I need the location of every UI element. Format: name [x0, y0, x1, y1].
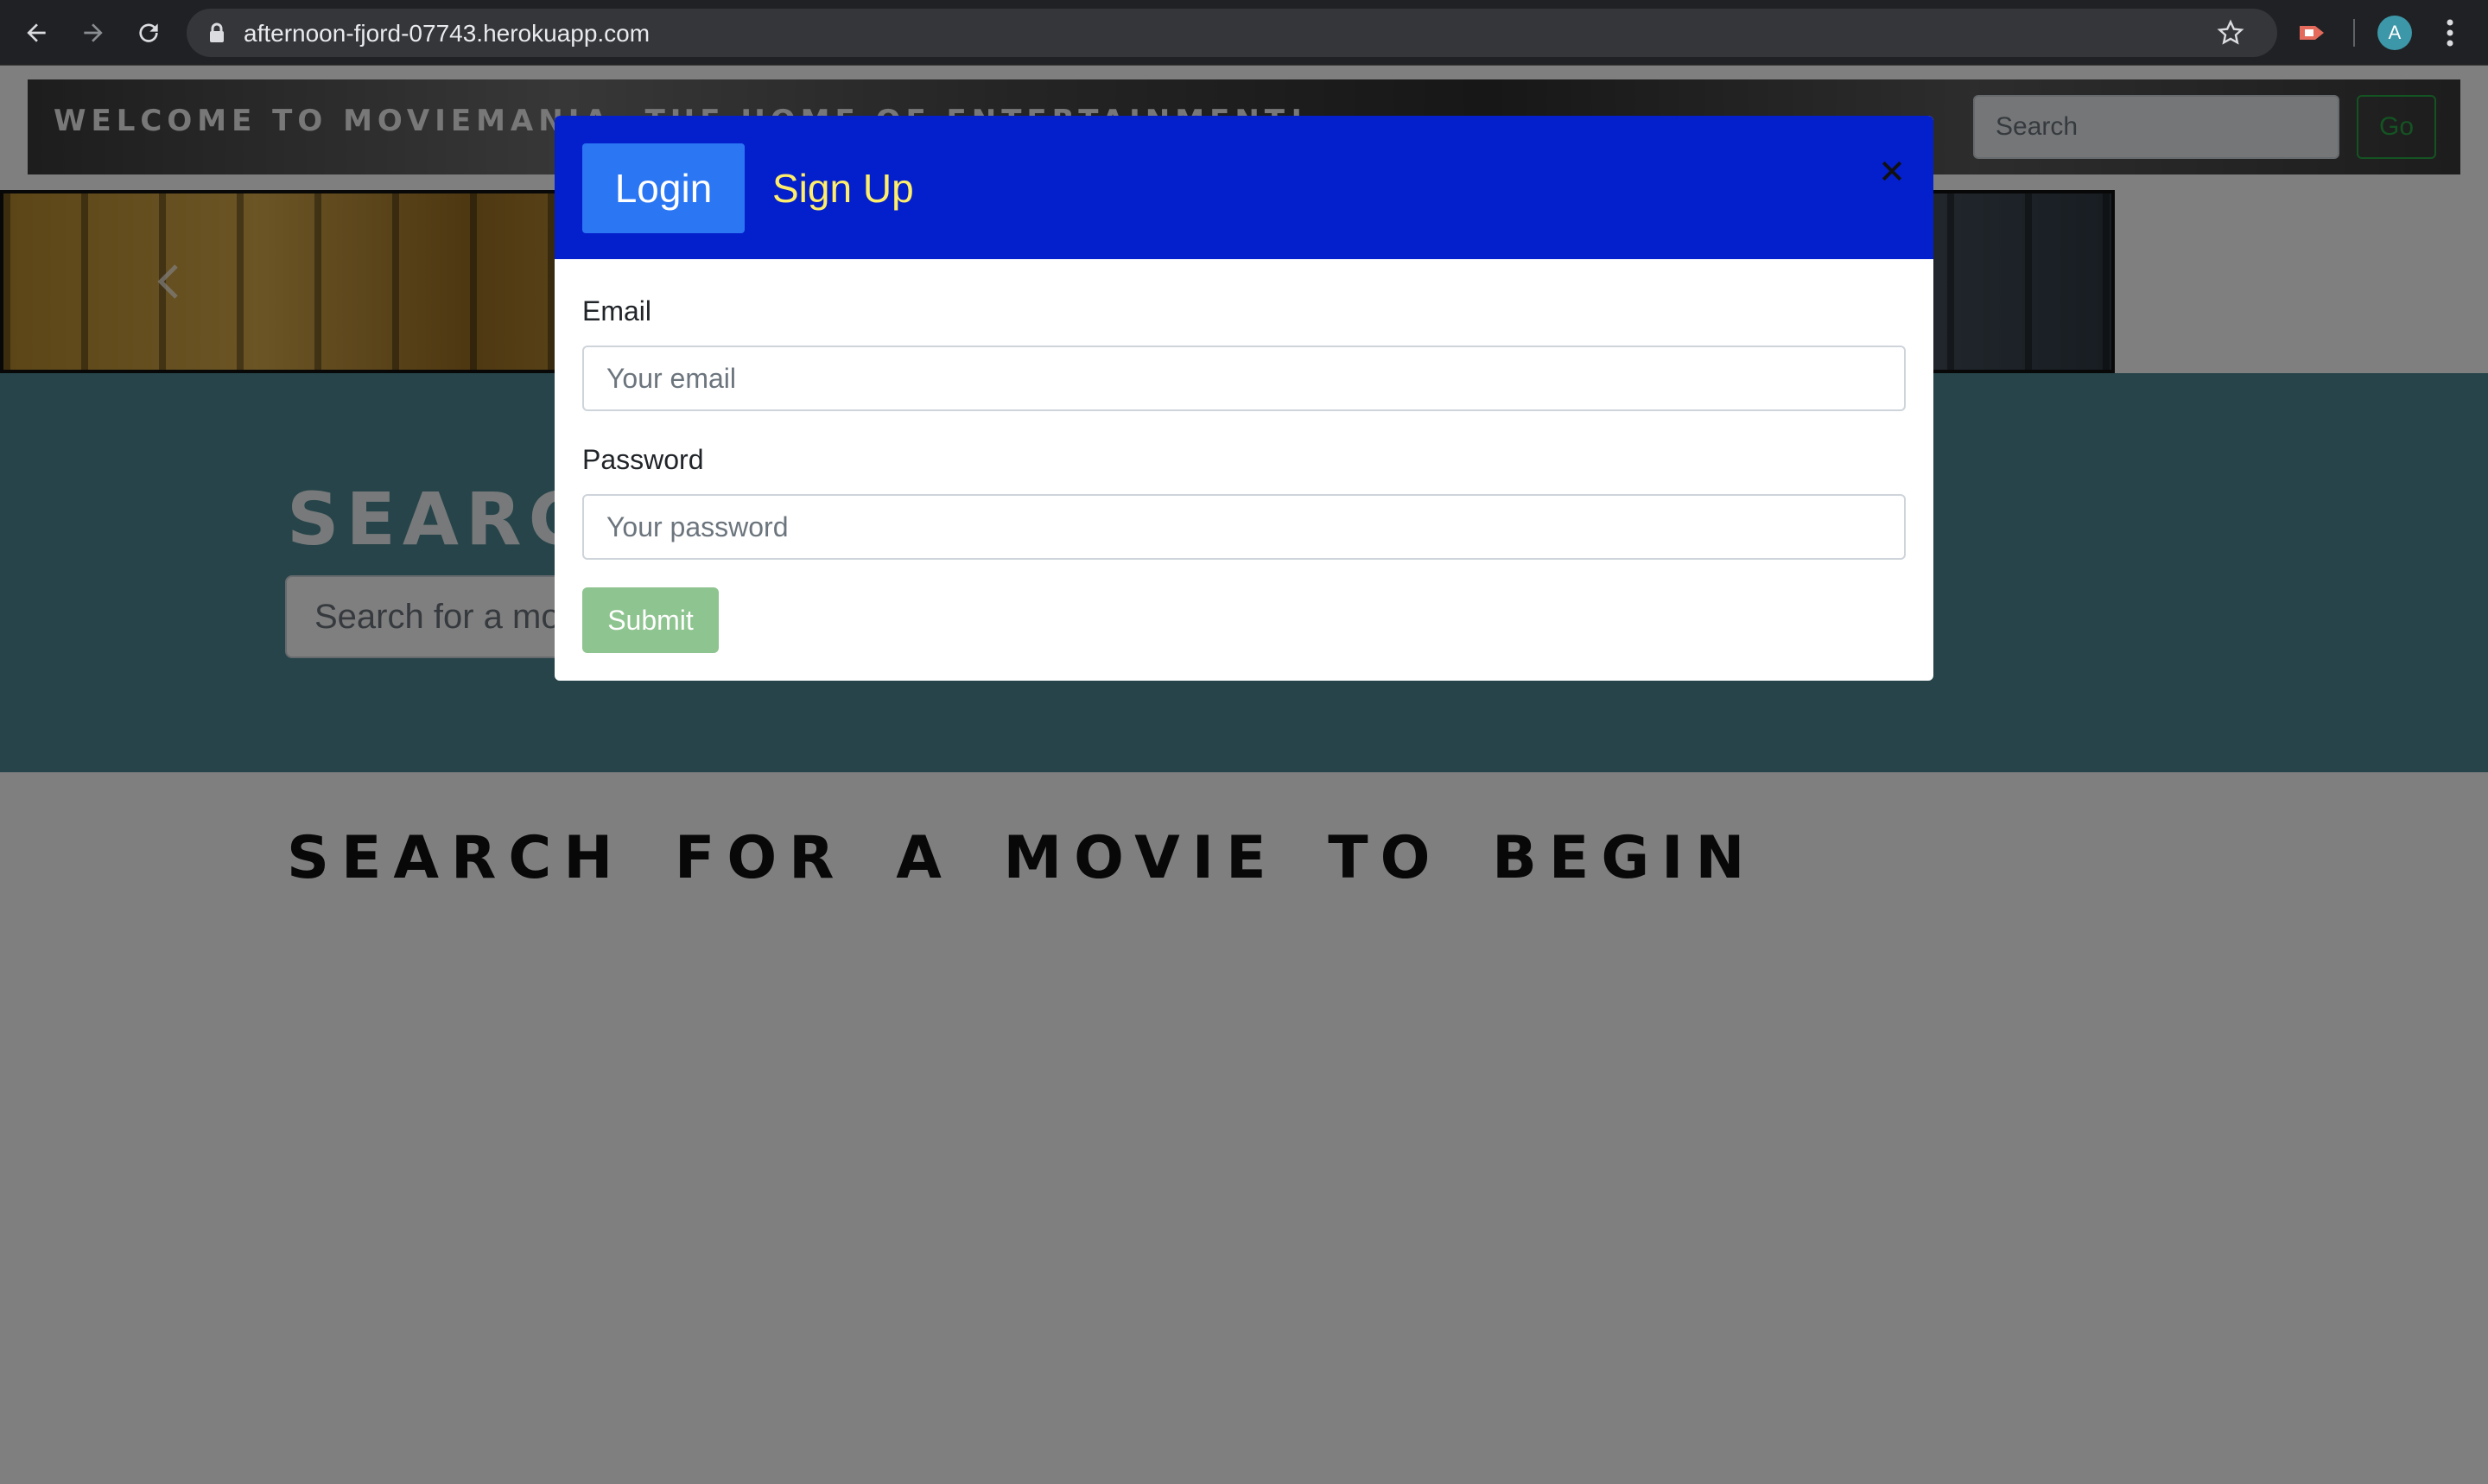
browser-menu-icon[interactable] [2436, 16, 2464, 50]
url-text: afternoon-fjord-07743.herokuapp.com [244, 20, 651, 47]
tab-signup[interactable]: Sign Up [772, 143, 914, 233]
toolbar-divider [2353, 19, 2355, 47]
profile-avatar[interactable]: A [2377, 16, 2412, 50]
forward-icon[interactable] [74, 14, 112, 52]
submit-button[interactable]: Submit [582, 587, 719, 653]
auth-modal: Login Sign Up Email Password Submit [555, 116, 1933, 681]
modal-header: Login Sign Up [555, 116, 1933, 259]
bookmark-star-icon[interactable] [2217, 19, 2244, 47]
password-field[interactable] [582, 494, 1906, 560]
tab-login[interactable]: Login [582, 143, 745, 233]
back-icon[interactable] [17, 14, 55, 52]
password-label: Password [582, 444, 704, 475]
email-field[interactable] [582, 346, 1906, 411]
reload-icon[interactable] [130, 14, 168, 52]
address-bar[interactable]: afternoon-fjord-07743.herokuapp.com [187, 9, 2277, 57]
email-label: Email [582, 295, 652, 327]
close-icon[interactable] [1875, 154, 1909, 188]
browser-toolbar: afternoon-fjord-07743.herokuapp.com A [0, 0, 2488, 66]
lock-icon [210, 22, 224, 42]
extension-icon[interactable] [2298, 19, 2329, 47]
